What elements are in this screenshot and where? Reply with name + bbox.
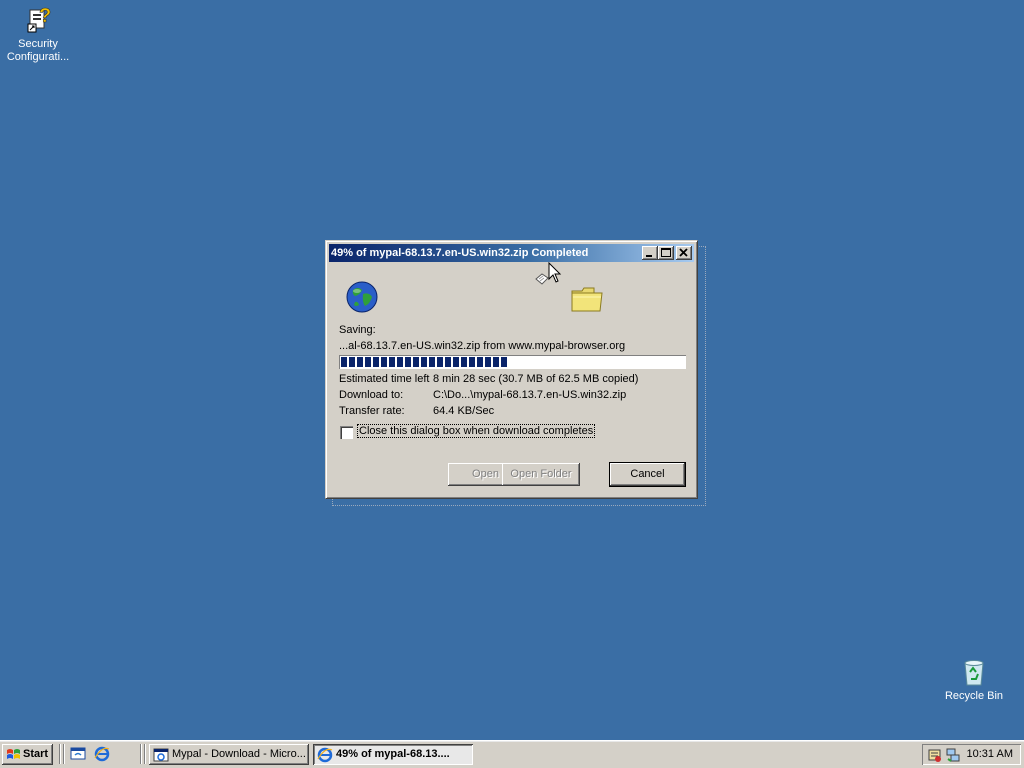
close-when-done-label[interactable]: Close this dialog box when download comp… bbox=[356, 424, 596, 438]
time-left-value: 8 min 28 sec (30.7 MB of 62.5 MB copied) bbox=[433, 373, 639, 385]
taskbar-item-mypal-download[interactable]: Mypal - Download - Micro... bbox=[149, 744, 309, 765]
download-dialog: 49% of mypal-68.13.7.en-US.win32.zip Com… bbox=[325, 240, 698, 499]
taskbar-separator bbox=[140, 744, 142, 764]
dialog-title: 49% of mypal-68.13.7.en-US.win32.zip Com… bbox=[331, 247, 589, 259]
cancel-button[interactable]: Cancel bbox=[610, 463, 685, 486]
minimize-icon bbox=[646, 255, 652, 257]
svg-text:?: ? bbox=[39, 5, 51, 27]
start-button[interactable]: Start bbox=[2, 744, 53, 765]
desktop-icon-label: Security Configurati... bbox=[6, 38, 70, 63]
open-folder-button[interactable]: Open Folder bbox=[502, 463, 580, 486]
folder-icon bbox=[571, 287, 603, 312]
taskbar-separator bbox=[59, 744, 61, 764]
download-to-value: C:\Do...\mypal-68.13.7.en-US.win32.zip bbox=[433, 389, 627, 401]
security-tray-icon[interactable] bbox=[927, 747, 943, 763]
taskbar-item-label: 49% of mypal-68.13.... bbox=[336, 748, 450, 760]
saving-label: Saving: bbox=[339, 324, 376, 336]
transfer-rate-label: Transfer rate: bbox=[339, 405, 405, 417]
system-tray: 10:31 AM bbox=[922, 744, 1021, 765]
ie-window-icon bbox=[153, 748, 169, 762]
taskbar: Start Mypal - Download - Micro... 49% of… bbox=[0, 740, 1024, 768]
internet-explorer-quicklaunch-icon[interactable] bbox=[94, 746, 110, 762]
maximize-icon bbox=[661, 248, 671, 257]
security-config-icon: ? bbox=[27, 5, 52, 33]
show-desktop-quicklaunch-icon[interactable] bbox=[70, 746, 86, 762]
close-icon bbox=[679, 248, 688, 257]
saving-source: ...al-68.13.7.en-US.win32.zip from www.m… bbox=[339, 340, 626, 352]
taskbar-separator bbox=[63, 744, 65, 764]
minimize-button[interactable] bbox=[642, 246, 658, 260]
desktop-icon-security-config[interactable]: ? Security Configurati... bbox=[0, 4, 76, 64]
desktop-icon-recycle-bin[interactable]: Recycle Bin bbox=[936, 656, 1012, 703]
close-when-done-checkbox[interactable] bbox=[340, 426, 353, 439]
transfer-rate-value: 64.4 KB/Sec bbox=[433, 405, 495, 417]
progress-fill bbox=[341, 357, 509, 367]
dialog-titlebar[interactable]: 49% of mypal-68.13.7.en-US.win32.zip Com… bbox=[329, 244, 694, 262]
taskbar-item-download-progress[interactable]: 49% of mypal-68.13.... bbox=[313, 744, 473, 765]
start-label: Start bbox=[23, 748, 49, 760]
close-button[interactable] bbox=[676, 246, 692, 260]
time-left-label: Estimated time left bbox=[339, 373, 430, 385]
desktop-icon-label: Recycle Bin bbox=[944, 690, 1004, 702]
download-to-label: Download to: bbox=[339, 389, 404, 401]
clock[interactable]: 10:31 AM bbox=[967, 744, 1013, 765]
taskbar-separator bbox=[144, 744, 146, 764]
download-progress-bar bbox=[339, 355, 686, 369]
taskbar-item-label: Mypal - Download - Micro... bbox=[172, 748, 306, 760]
windows-logo-icon bbox=[7, 749, 20, 759]
mouse-cursor-icon bbox=[548, 262, 562, 283]
recycle-bin-icon bbox=[964, 660, 984, 686]
network-tray-icon[interactable] bbox=[945, 747, 961, 763]
ie-download-icon bbox=[317, 747, 333, 763]
globe-icon bbox=[346, 281, 378, 313]
maximize-button[interactable] bbox=[658, 246, 674, 260]
